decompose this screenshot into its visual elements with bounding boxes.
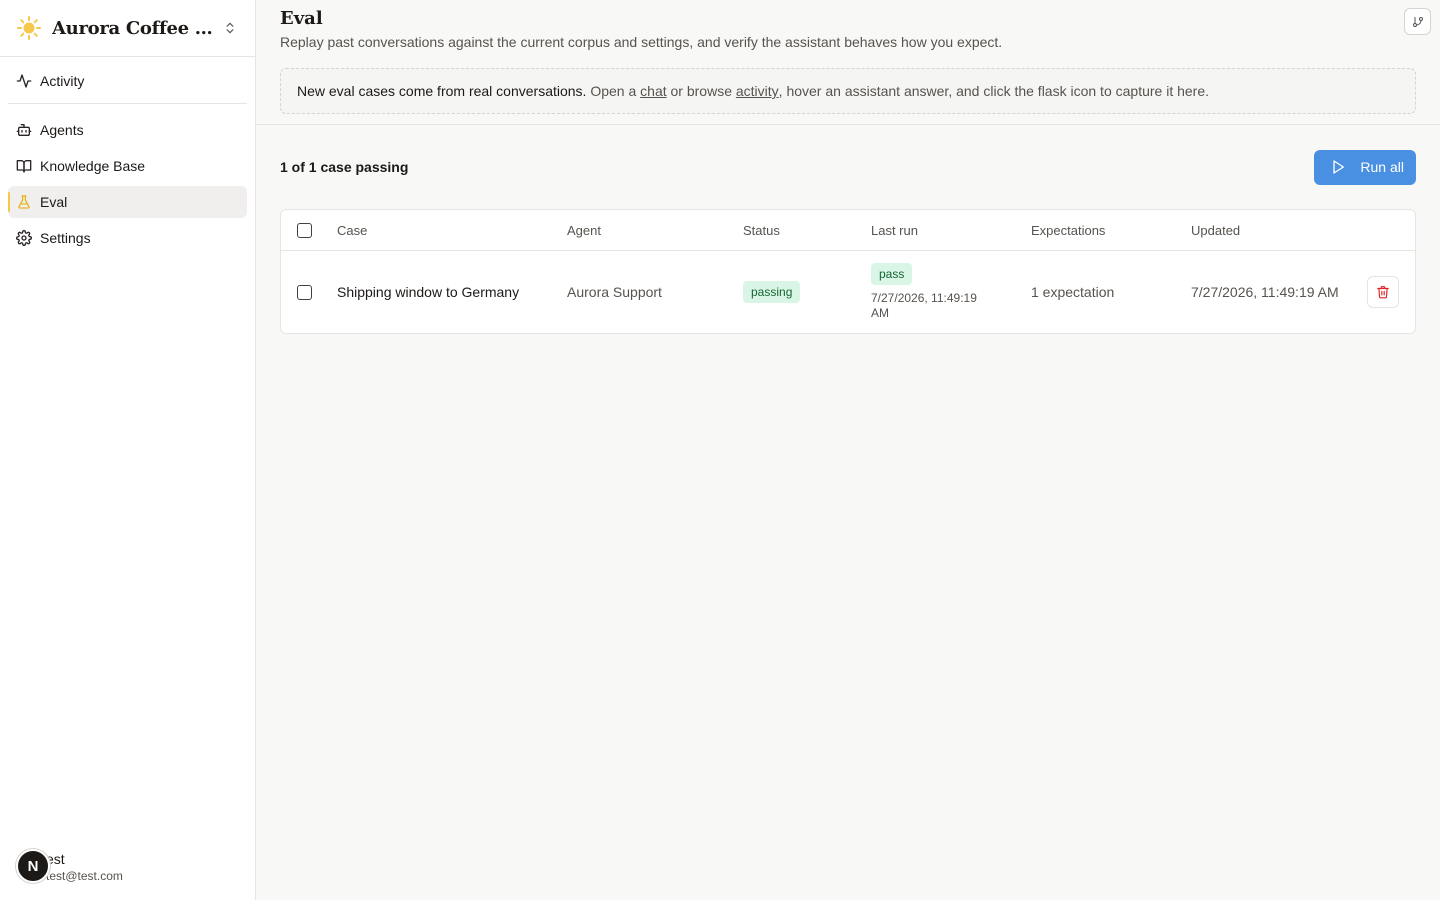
trash-icon	[1376, 285, 1390, 299]
column-header-agent[interactable]: Agent	[567, 223, 743, 238]
updated-time-text: 7/27/2026, 11:49:19 AM	[1191, 284, 1339, 300]
chevrons-up-down-icon	[221, 19, 239, 37]
sidebar-item-label: Activity	[40, 73, 85, 89]
toolbar: 1 of 1 case passing Run all	[280, 125, 1416, 209]
activity-icon	[16, 73, 32, 89]
tip-text: or browse	[666, 83, 736, 99]
avatar[interactable]: N	[16, 849, 50, 883]
row-actions	[1361, 276, 1415, 308]
user-info: est test@test.com	[46, 848, 123, 884]
flask-icon	[16, 194, 32, 210]
page-header: Eval Replay past conversations against t…	[256, 0, 1440, 125]
column-header-case[interactable]: Case	[337, 223, 567, 238]
sidebar-item-label: Settings	[40, 230, 91, 246]
gear-icon	[16, 230, 32, 246]
book-icon	[16, 158, 32, 174]
last-run-badge: pass	[871, 263, 913, 285]
sidebar-item-agents[interactable]: Agents	[8, 114, 247, 146]
status-cell: passing	[743, 281, 871, 303]
sidebar-divider	[8, 103, 247, 104]
sidebar-item-knowledge-base[interactable]: Knowledge Base	[8, 150, 247, 182]
row-checkbox[interactable]	[297, 284, 312, 300]
sidebar-nav: Activity Agents Knowledge Base Eval Sett…	[0, 57, 255, 266]
tip-text: , hover an assistant answer, and click t…	[778, 83, 1210, 99]
user-menu[interactable]: N est test@test.com	[16, 846, 123, 886]
column-header-status[interactable]: Status	[743, 223, 871, 238]
tip-lead: New eval cases come from real conversati…	[297, 83, 587, 99]
select-all-cell	[281, 222, 337, 238]
eval-cases-section: 1 of 1 case passing Run all Case Agent S…	[256, 125, 1440, 334]
updated-time: 7/27/2026, 11:49:19 AM	[1191, 282, 1361, 302]
sidebar-item-label: Knowledge Base	[40, 158, 146, 174]
table-row[interactable]: Shipping window to Germany Aurora Suppor…	[281, 251, 1415, 333]
git-branch-icon	[1412, 16, 1424, 28]
column-header-expectations[interactable]: Expectations	[1031, 223, 1191, 238]
row-select-cell	[281, 284, 337, 300]
sidebar-item-eval[interactable]: Eval	[8, 186, 247, 218]
workspace-switcher[interactable]: Aurora Coffee R...	[0, 0, 255, 57]
expectations-count: 1 expectation	[1031, 284, 1115, 300]
tip-text: Open a	[586, 83, 641, 99]
last-run-cell: pass 7/27/2026, 11:49:19 AM	[871, 263, 1031, 321]
workspace-name: Aurora Coffee R...	[52, 17, 221, 39]
activity-link[interactable]: activity	[736, 83, 779, 99]
eval-cases-table: Case Agent Status Last run Expectations …	[280, 209, 1416, 334]
user-name: est	[46, 851, 65, 867]
sidebar: Aurora Coffee R... Activity Agents Knowl…	[0, 0, 256, 900]
eval-tip-banner: New eval cases come from real conversati…	[280, 68, 1416, 114]
delete-button[interactable]	[1367, 276, 1399, 308]
main-content: Eval Replay past conversations against t…	[256, 0, 1440, 900]
last-run-time: 7/27/2026, 11:49:19 AM	[871, 291, 977, 320]
pass-summary: 1 of 1 case passing	[280, 159, 409, 175]
select-all-checkbox[interactable]	[297, 222, 312, 238]
branch-button[interactable]	[1404, 8, 1431, 35]
bot-icon	[16, 122, 32, 138]
agent-name: Aurora Support	[567, 284, 662, 300]
run-all-button[interactable]: Run all	[1314, 149, 1416, 185]
page-subtitle: Replay past conversations against the cu…	[280, 34, 1003, 50]
case-name[interactable]: Shipping window to Germany	[337, 284, 567, 300]
table-header: Case Agent Status Last run Expectations …	[281, 210, 1415, 251]
run-all-label: Run all	[1360, 159, 1404, 175]
sidebar-item-activity[interactable]: Activity	[8, 65, 247, 97]
page-title: Eval	[280, 8, 323, 29]
status-badge: passing	[743, 281, 801, 303]
column-header-updated[interactable]: Updated	[1191, 223, 1361, 238]
column-header-last-run[interactable]: Last run	[871, 223, 1031, 238]
sidebar-item-label: Agents	[40, 122, 84, 138]
chat-link[interactable]: chat	[640, 83, 666, 99]
play-icon	[1330, 158, 1348, 176]
user-email: test@test.com	[46, 869, 123, 883]
sidebar-item-settings[interactable]: Settings	[8, 222, 247, 254]
sun-icon	[16, 15, 42, 41]
sidebar-item-label: Eval	[40, 194, 68, 210]
